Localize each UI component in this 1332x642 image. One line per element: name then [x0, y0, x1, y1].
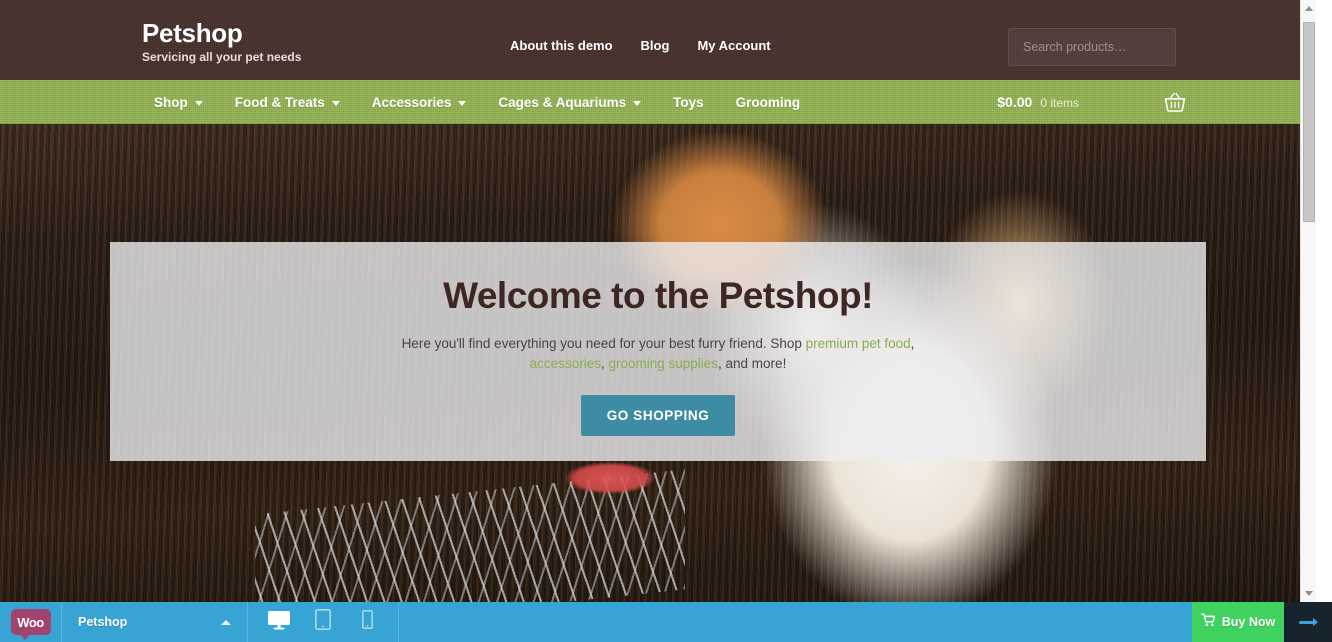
menu-item-toys-label: Toys: [673, 94, 704, 110]
site-header: Petshop Servicing all your pet needs Abo…: [0, 0, 1316, 80]
nav-link-blog[interactable]: Blog: [641, 38, 670, 53]
buy-now-label: Buy Now: [1221, 615, 1276, 629]
menu-item-accessories[interactable]: Accessories: [356, 80, 483, 124]
menu-item-cages-and-aquariums[interactable]: Cages & Aquariums: [482, 80, 657, 124]
scroll-up-arrow-icon[interactable]: [1301, 0, 1316, 17]
primary-navigation-inner: Shop Food & Treats Accessories Cages & A…: [130, 80, 1186, 124]
cart-amount: $0.00: [997, 94, 1033, 110]
hero-title: Welcome to the Petshop!: [443, 275, 873, 316]
menu-item-cages-and-aquariums-label: Cages & Aquariums: [498, 94, 627, 110]
device-desktop-button[interactable]: [262, 602, 296, 642]
menu-item-accessories-label: Accessories: [371, 94, 452, 110]
hero-section: Welcome to the Petshop! Here you'll find…: [0, 124, 1316, 602]
collapse-toolbar-button[interactable]: [1284, 602, 1332, 642]
chevron-down-icon: [633, 100, 642, 106]
hero-content-box: Welcome to the Petshop! Here you'll find…: [110, 242, 1206, 461]
chevron-down-icon: [458, 100, 467, 106]
primary-navigation-bar: Shop Food & Treats Accessories Cages & A…: [0, 80, 1316, 124]
menu-item-shop-label: Shop: [154, 94, 188, 110]
device-preview-switcher: [248, 602, 399, 642]
secondary-navigation: About this demo Blog My Account: [510, 38, 771, 53]
desktop-icon: [267, 610, 291, 635]
menu-item-food-and-treats[interactable]: Food & Treats: [219, 80, 356, 124]
menu-item-grooming-label: Grooming: [735, 94, 801, 110]
woocommerce-logo-text: Woo: [17, 614, 44, 630]
menu-item-shop[interactable]: Shop: [138, 80, 219, 124]
site-header-inner: Petshop Servicing all your pet needs Abo…: [130, 0, 1186, 80]
hero-link-grooming-supplies[interactable]: grooming supplies: [608, 356, 718, 371]
scroll-down-arrow-icon[interactable]: [1301, 585, 1316, 602]
site-branding[interactable]: Petshop Servicing all your pet needs: [142, 18, 301, 65]
screenshot-root: Petshop Servicing all your pet needs Abo…: [0, 0, 1332, 642]
primary-menu: Shop Food & Treats Accessories Cages & A…: [130, 80, 816, 124]
product-search[interactable]: [1008, 28, 1176, 66]
collapse-arrow-icon: [1299, 618, 1318, 626]
page-viewport: Petshop Servicing all your pet needs Abo…: [0, 0, 1316, 602]
cart-summary[interactable]: $0.00 0 items: [997, 80, 1186, 124]
menu-item-toys[interactable]: Toys: [657, 80, 720, 124]
hero-link-premium-pet-food[interactable]: premium pet food: [806, 336, 911, 351]
search-input[interactable]: [1009, 29, 1175, 65]
nav-link-my-account[interactable]: My Account: [697, 38, 770, 53]
hero-description-tail: , and more!: [718, 356, 787, 371]
cart-item-count: 0 items: [1040, 96, 1079, 110]
mobile-icon: [361, 610, 373, 634]
device-tablet-button[interactable]: [306, 602, 340, 642]
tablet-icon: [315, 609, 331, 635]
cart-totals: $0.00 0 items: [997, 94, 1079, 110]
go-shopping-button[interactable]: GO SHOPPING: [580, 395, 736, 436]
scrollbar-thumb[interactable]: [1303, 22, 1315, 222]
buy-now-button[interactable]: Buy Now: [1192, 602, 1284, 642]
shopping-cart-icon: [1200, 612, 1216, 632]
nav-link-about-this-demo[interactable]: About this demo: [510, 38, 613, 53]
page-scrollbar[interactable]: [1300, 0, 1316, 602]
chevron-down-icon: [194, 100, 203, 106]
site-tagline: Servicing all your pet needs: [142, 50, 302, 64]
hero-description-lead: Here you'll find everything you need for…: [401, 336, 806, 351]
woocommerce-logo-cell[interactable]: Woo: [0, 602, 62, 642]
chevron-up-icon: [221, 619, 231, 625]
site-selector[interactable]: Petshop: [62, 602, 248, 642]
site-title[interactable]: Petshop: [142, 18, 301, 48]
woocommerce-logo-icon[interactable]: Woo: [10, 609, 51, 640]
chevron-down-icon: [331, 100, 340, 106]
menu-item-food-and-treats-label: Food & Treats: [234, 94, 325, 110]
hero-description-sep-1: ,: [910, 336, 915, 351]
hero-link-accessories[interactable]: accessories: [530, 356, 601, 371]
shopping-basket-icon[interactable]: [1164, 92, 1186, 112]
hero-cart-handle-photo: [565, 462, 655, 494]
menu-item-grooming[interactable]: Grooming: [720, 80, 817, 124]
preview-toolbar: Woo Petshop Buy Now: [0, 602, 1332, 642]
hero-description: Here you'll find everything you need for…: [378, 334, 938, 374]
site-selector-label: Petshop: [78, 615, 128, 629]
device-mobile-button[interactable]: [350, 602, 384, 642]
